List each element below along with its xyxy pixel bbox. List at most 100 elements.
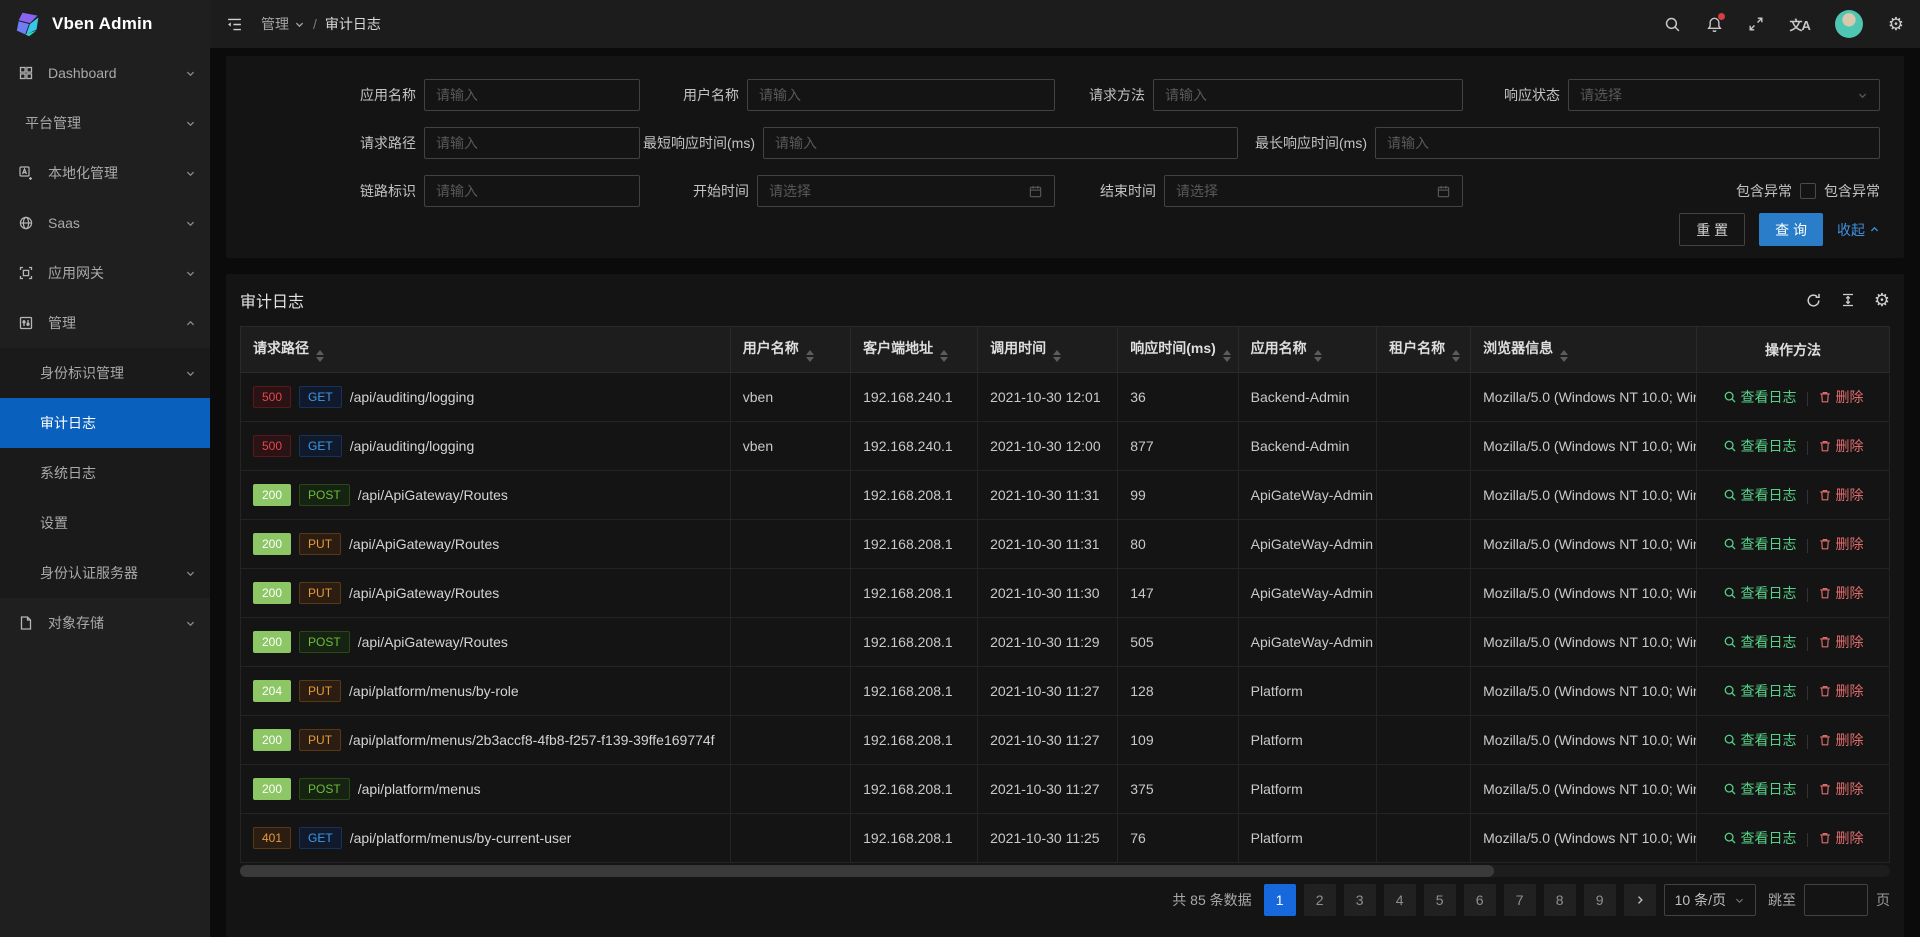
menu-fold-icon[interactable] [226,16,243,33]
sidebar-item-应用网关[interactable]: 应用网关 [0,248,210,298]
view-log-button[interactable]: 查看日志 [1723,779,1797,799]
delete-button[interactable]: 删除 [1818,583,1864,603]
user-name-cell [730,716,850,765]
call-time-cell: 2021-10-30 11:27 [978,716,1118,765]
view-log-button[interactable]: 查看日志 [1723,828,1797,848]
next-page-button[interactable] [1624,884,1656,916]
page-button-2[interactable]: 2 [1304,884,1336,916]
gear-icon[interactable]: ⚙ [1888,15,1904,33]
sort-icon[interactable] [940,350,948,362]
end-time-picker[interactable]: 请选择 [1164,175,1463,207]
translate-icon[interactable]: 文A [1789,15,1809,34]
reset-button[interactable]: 重 置 [1679,213,1745,246]
collapse-link[interactable]: 收起 [1837,220,1880,240]
table-row: 200POST/api/platform/menus192.168.208.12… [241,765,1890,814]
page-button-6[interactable]: 6 [1464,884,1496,916]
search-button[interactable]: 查 询 [1759,213,1823,246]
view-log-button[interactable]: 查看日志 [1723,534,1797,554]
column-header[interactable]: 响应时间(ms) [1118,327,1238,373]
sidebar-item-系统日志[interactable]: 系统日志 [0,448,210,498]
request-path: /api/ApiGateway/Routes [349,536,499,552]
page-button-3[interactable]: 3 [1344,884,1376,916]
chevron-up-icon [1869,224,1880,235]
column-header[interactable]: 租户名称 [1377,327,1471,373]
column-settings-icon[interactable]: ⚙ [1874,291,1890,309]
sort-icon[interactable] [316,350,324,362]
sidebar-item-管理[interactable]: 管理 [0,298,210,348]
delete-button[interactable]: 删除 [1818,779,1864,799]
delete-button[interactable]: 删除 [1818,534,1864,554]
sidebar-item-Saas[interactable]: Saas [0,198,210,248]
user-name-cell [730,471,850,520]
refresh-icon[interactable] [1805,292,1822,309]
user-name-input[interactable] [747,79,1055,111]
include-exception-checkbox[interactable] [1800,183,1816,199]
sidebar-item-审计日志[interactable]: 审计日志 [0,398,210,448]
view-log-button[interactable]: 查看日志 [1723,583,1797,603]
trace-id-input[interactable] [424,175,640,207]
sort-icon[interactable] [806,350,814,362]
column-header[interactable]: 浏览器信息 [1471,327,1697,373]
start-time-picker[interactable]: 请选择 [757,175,1055,207]
sort-icon[interactable] [1314,350,1322,362]
sidebar-item-Dashboard[interactable]: Dashboard [0,48,210,98]
sidebar-item-本地化管理[interactable]: 本地化管理 [0,148,210,198]
delete-button[interactable]: 删除 [1818,436,1864,456]
delete-button[interactable]: 删除 [1818,828,1864,848]
app-root: Vben Admin Dashboard平台管理本地化管理Saas应用网关管理身… [0,0,1920,937]
search-icon[interactable] [1664,16,1681,33]
logo[interactable]: Vben Admin [0,0,210,48]
page-size-select[interactable]: 10 条/页 [1664,884,1756,916]
audit-log-table: 请求路径用户名称客户端地址调用时间响应时间(ms)应用名称租户名称浏览器信息操作… [240,326,1890,863]
tenant-name-cell [1377,618,1471,667]
view-log-button[interactable]: 查看日志 [1723,632,1797,652]
page-button-5[interactable]: 5 [1424,884,1456,916]
request-method-input[interactable] [1153,79,1463,111]
delete-button[interactable]: 删除 [1818,730,1864,750]
jump-page-input[interactable] [1804,884,1868,916]
sidebar-item-平台管理[interactable]: 平台管理 [0,98,210,148]
page-button-7[interactable]: 7 [1504,884,1536,916]
sidebar-item-身份标识管理[interactable]: 身份标识管理 [0,348,210,398]
view-log-button[interactable]: 查看日志 [1723,730,1797,750]
notifications-bell-icon[interactable] [1706,16,1723,33]
jump-suffix: 页 [1876,890,1890,910]
column-header[interactable]: 客户端地址 [851,327,978,373]
scrollbar-thumb[interactable] [240,865,1494,877]
sort-icon[interactable] [1053,350,1061,362]
browser-info-cell: Mozilla/5.0 (Windows NT 10.0; Win [1471,520,1697,569]
column-header[interactable]: 用户名称 [730,327,850,373]
app-name-input[interactable] [424,79,640,111]
page-button-8[interactable]: 8 [1544,884,1576,916]
view-log-button[interactable]: 查看日志 [1723,387,1797,407]
delete-button[interactable]: 删除 [1818,632,1864,652]
sidebar-item-设置[interactable]: 设置 [0,498,210,548]
breadcrumb-parent[interactable]: 管理 [261,14,305,34]
page-button-4[interactable]: 4 [1384,884,1416,916]
response-status-select[interactable]: 请选择 [1568,79,1880,111]
sort-icon[interactable] [1560,350,1568,362]
sidebar-item-对象存储[interactable]: 对象存储 [0,598,210,648]
page-button-1[interactable]: 1 [1264,884,1296,916]
column-header[interactable]: 应用名称 [1238,327,1377,373]
row-height-icon[interactable] [1840,292,1856,308]
sort-icon[interactable] [1452,350,1460,362]
view-log-button[interactable]: 查看日志 [1723,436,1797,456]
delete-button[interactable]: 删除 [1818,387,1864,407]
delete-button[interactable]: 删除 [1818,681,1864,701]
view-log-button[interactable]: 查看日志 [1723,681,1797,701]
column-header[interactable]: 请求路径 [241,327,731,373]
sidebar-item-身份认证服务器[interactable]: 身份认证服务器 [0,548,210,598]
field-include-exception: 包含异常 包含异常 [1463,181,1880,201]
page-button-9[interactable]: 9 [1584,884,1616,916]
column-header[interactable]: 调用时间 [978,327,1118,373]
avatar[interactable] [1835,10,1863,38]
max-response-time-input[interactable] [1375,127,1880,159]
delete-button[interactable]: 删除 [1818,485,1864,505]
field-trace-id: 链路标识 [250,175,640,207]
min-response-time-input[interactable] [763,127,1238,159]
request-path-input[interactable] [424,127,640,159]
sort-icon[interactable] [1223,350,1231,362]
fullscreen-icon[interactable] [1748,16,1764,32]
view-log-button[interactable]: 查看日志 [1723,485,1797,505]
